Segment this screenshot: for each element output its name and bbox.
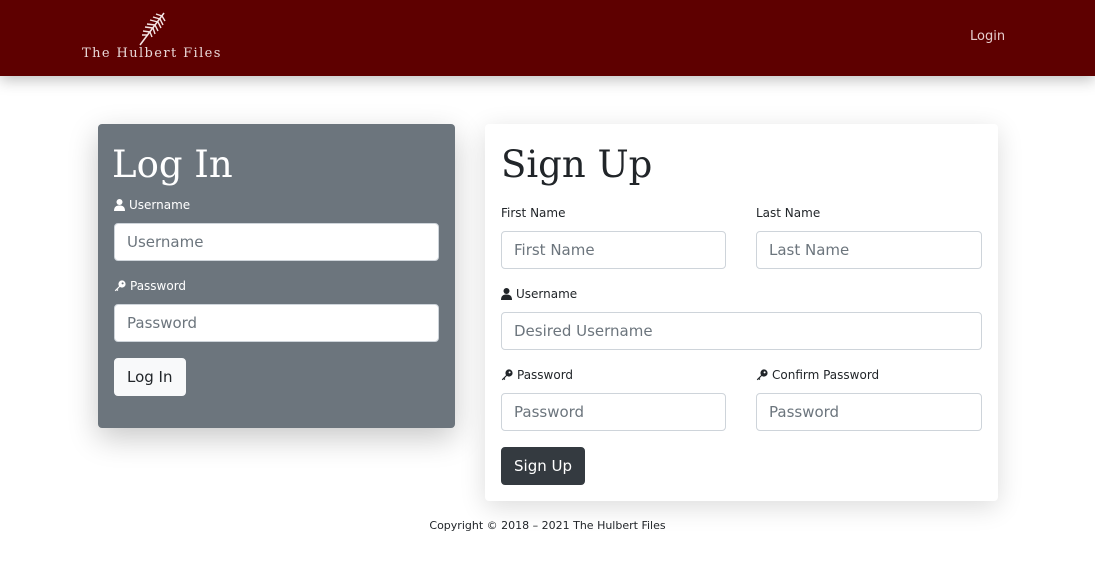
site-logo[interactable]: The Hulbert Files — [82, 12, 222, 64]
nav-login-link[interactable]: Login — [970, 29, 1005, 44]
last-name-label: Last Name — [756, 205, 820, 221]
login-username-label-text: Username — [129, 198, 191, 212]
user-icon — [114, 199, 125, 211]
login-username-label: Username — [114, 197, 190, 213]
signup-password-label-text: Password — [517, 368, 574, 382]
login-card: Log In Username Password Log In — [98, 124, 455, 428]
signup-submit-button[interactable]: Sign Up — [501, 447, 585, 485]
login-submit-button[interactable]: Log In — [114, 358, 186, 396]
copyright-text: Copyright © 2018 – 2021 The Hulbert File… — [429, 519, 666, 532]
first-name-label-text: First Name — [501, 206, 566, 220]
key-icon — [756, 369, 768, 381]
footer: Copyright © 2018 – 2021 The Hulbert File… — [0, 519, 1095, 532]
signup-username-label-text: Username — [516, 287, 578, 301]
key-icon — [114, 280, 126, 292]
signup-password-input[interactable] — [501, 393, 726, 431]
login-username-input[interactable] — [114, 223, 439, 261]
first-name-label: First Name — [501, 205, 565, 221]
confirm-password-input[interactable] — [756, 393, 982, 431]
confirm-password-label: Confirm Password — [756, 367, 879, 383]
key-icon — [501, 369, 513, 381]
login-password-label: Password — [114, 278, 186, 294]
first-name-input[interactable] — [501, 231, 726, 269]
brand-name: The Hulbert Files — [82, 46, 222, 61]
user-icon — [501, 288, 512, 300]
signup-password-label: Password — [501, 367, 573, 383]
last-name-label-text: Last Name — [756, 206, 821, 220]
signup-card: Sign Up First Name Last Name Username Pa… — [485, 124, 998, 501]
last-name-input[interactable] — [756, 231, 982, 269]
navbar: The Hulbert Files Login — [0, 0, 1095, 76]
feather-icon — [139, 12, 166, 46]
signup-username-input[interactable] — [501, 312, 982, 350]
signup-title: Sign Up — [501, 143, 653, 186]
login-password-label-text: Password — [130, 279, 187, 293]
login-title: Log In — [112, 143, 233, 186]
confirm-password-label-text: Confirm Password — [772, 368, 880, 382]
login-password-input[interactable] — [114, 304, 439, 342]
signup-username-label: Username — [501, 286, 577, 302]
